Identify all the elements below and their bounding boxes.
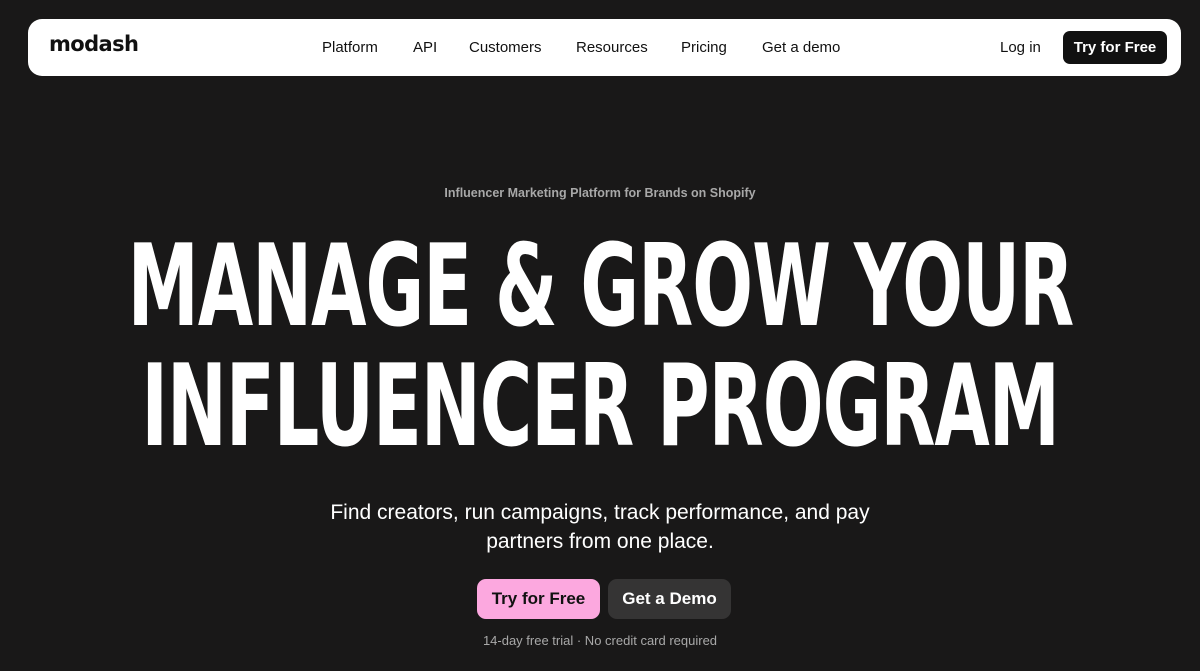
nav-try-free-button[interactable]: Try for Free <box>1063 31 1167 64</box>
subheadline-line: Find creators, run campaigns, track perf… <box>330 501 870 524</box>
nav-link-get-a-demo[interactable]: Get a demo <box>762 39 840 56</box>
nav-link-customers[interactable]: Customers <box>469 39 542 56</box>
hero-headline: MANAGE & GROW YOUR INFLUENCER PROGRAM <box>0 221 1200 473</box>
nav-link-api[interactable]: API <box>413 39 437 56</box>
nav-link-platform[interactable]: Platform <box>322 39 378 56</box>
login-link[interactable]: Log in <box>1000 39 1041 56</box>
headline-line: INFLUENCER PROGRAM <box>0 341 1200 473</box>
nav-link-pricing[interactable]: Pricing <box>681 39 727 56</box>
try-for-free-button[interactable]: Try for Free <box>477 579 600 619</box>
trial-note: 14-day free trial · No credit card requi… <box>482 633 718 648</box>
hero-subheadline: Find creators, run campaigns, track perf… <box>300 498 900 556</box>
subheadline-line: partners from one place. <box>486 530 714 553</box>
top-navbar: modash Platform API Customers Resources … <box>28 19 1181 76</box>
nav-link-resources[interactable]: Resources <box>576 39 648 56</box>
headline-text: INFLUENCER PROGRAM <box>141 341 1060 474</box>
get-a-demo-button[interactable]: Get a Demo <box>608 579 731 619</box>
